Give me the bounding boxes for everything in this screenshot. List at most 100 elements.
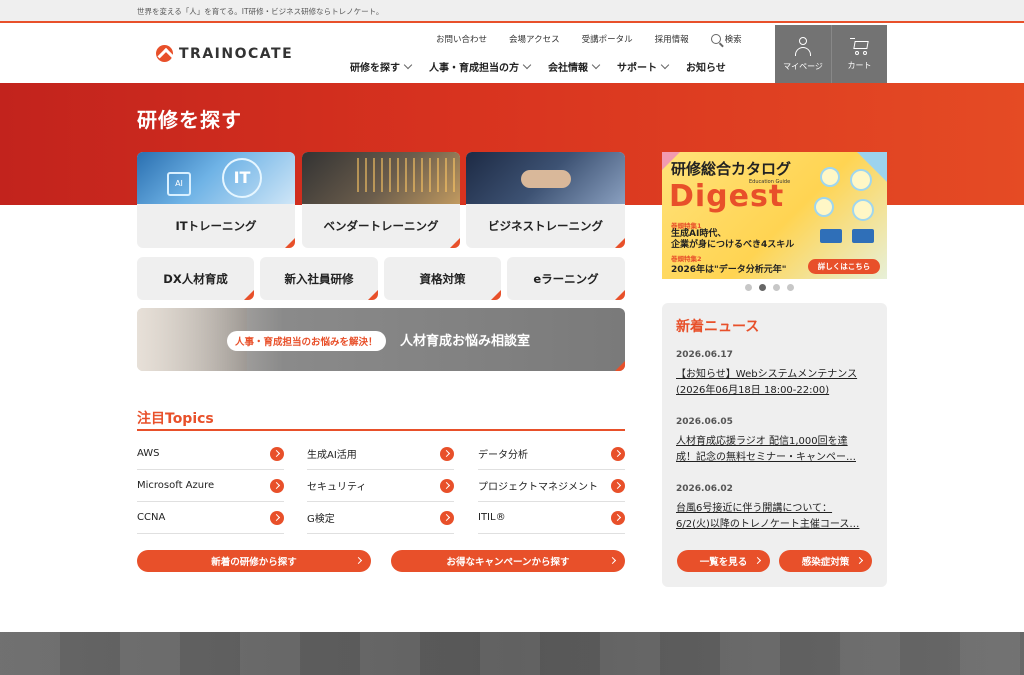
nav-item-find-training[interactable]: 研修を探す	[350, 59, 413, 74]
business-training-image	[466, 152, 625, 204]
corner-accent	[285, 238, 295, 248]
topic-link[interactable]: G検定	[307, 502, 454, 534]
it-circle-icon: IT	[222, 158, 262, 198]
nav-item-support[interactable]: サポート	[617, 59, 670, 74]
chevron-right-icon	[608, 556, 617, 565]
news-date: 2026.06.05	[676, 417, 733, 427]
nav-item-company[interactable]: 会社情報	[548, 59, 601, 74]
news-line: 【お知らせ】Webシステムメンテナンス	[676, 369, 858, 380]
arrow-right-icon	[611, 446, 625, 461]
nav-label: お知らせ	[686, 63, 726, 74]
chevron-right-icon	[855, 556, 864, 565]
topic-link[interactable]: Microsoft Azure	[137, 470, 284, 502]
topic-link[interactable]: 生成AI活用	[307, 438, 454, 470]
mypage-button[interactable]: マイページ	[775, 25, 831, 83]
news-item[interactable]: 2026.06.05 人材育成応援ラジオ 配信1,000回を達 成！記念の無料セ…	[676, 417, 873, 466]
nav-label: 会社情報	[548, 63, 588, 74]
campaigns-button[interactable]: お得なキャンペーンから探す	[391, 550, 625, 572]
tile-elearning[interactable]: eラーニング	[507, 257, 625, 300]
button-label: 一覧を見る	[699, 557, 748, 568]
user-icon	[794, 36, 812, 57]
news-panel: 新着ニュース 2026.06.17 【お知らせ】Webシステムメンテナンス (2…	[662, 303, 887, 587]
chevron-right-icon	[354, 556, 363, 565]
carousel-dot[interactable]	[745, 284, 752, 291]
news-date: 2026.06.02	[676, 484, 733, 494]
news-text: 台風6号接近に伴う開講について： 6/2(火)以降のトレノケート主催コース…	[676, 501, 873, 533]
search-icon	[710, 34, 721, 44]
utility-link-recruit[interactable]: 採用情報	[655, 33, 689, 45]
topic-label: セキュリティ	[307, 482, 367, 493]
consult-banner[interactable]: 人事・育成担当のお悩みを解決！ 人材育成お悩み相談室	[137, 308, 625, 371]
mypage-label: マイページ	[783, 61, 823, 71]
corner-accent	[491, 290, 501, 300]
carousel-dot-active[interactable]	[759, 284, 766, 291]
news-see-all-button[interactable]: 一覧を見る	[677, 550, 770, 572]
utility-link-access[interactable]: 会場アクセス	[509, 33, 560, 45]
news-heading: 新着ニュース	[676, 319, 760, 335]
catalog-digest: Digest	[669, 179, 785, 214]
corner-accent	[450, 238, 460, 248]
feature1-line: 生成AI時代、	[671, 229, 727, 239]
topic-link[interactable]: ITIL®	[478, 502, 625, 534]
news-item[interactable]: 2026.06.17 【お知らせ】Webシステムメンテナンス (2026年06月…	[676, 350, 873, 399]
tile-it-training[interactable]: AI IT ITトレーニング	[137, 152, 295, 248]
tile-new-employee[interactable]: 新入社員研修	[260, 257, 378, 300]
tile-vendor-training[interactable]: ベンダートレーニング	[302, 152, 460, 248]
consult-pill: 人事・育成担当のお悩みを解決！	[227, 331, 386, 351]
utility-link-portal[interactable]: 受講ポータル	[582, 33, 633, 45]
site-header: TRAINOCATE お問い合わせ 会場アクセス 受講ポータル 採用情報 検索 …	[0, 25, 1024, 83]
news-text: 【お知らせ】Webシステムメンテナンス (2026年06月18日 18:00-2…	[676, 367, 873, 399]
logo[interactable]: TRAINOCATE	[156, 45, 293, 62]
arrow-right-icon	[270, 478, 284, 493]
topic-link[interactable]: データ分析	[478, 438, 625, 470]
news-text: 人材育成応援ラジオ 配信1,000回を達 成！記念の無料セミナー・キャンペー…	[676, 434, 873, 466]
vendor-training-image	[302, 152, 460, 204]
tile-label: ITトレーニング	[175, 219, 257, 233]
nav-item-news[interactable]: お知らせ	[686, 59, 726, 74]
chevron-down-icon	[403, 60, 413, 69]
topic-link[interactable]: CCNA	[137, 502, 284, 534]
search-link[interactable]: 検索	[710, 33, 742, 45]
chevron-down-icon	[660, 60, 670, 69]
arrow-right-icon	[440, 478, 454, 493]
corner-accent	[368, 290, 378, 300]
topic-label: 生成AI活用	[307, 450, 357, 461]
tile-business-training[interactable]: ビジネストレーニング	[466, 152, 625, 248]
tile-certification[interactable]: 資格対策	[384, 257, 501, 300]
topic-label: ITIL®	[478, 512, 506, 523]
chevron-down-icon	[591, 60, 601, 69]
topic-link[interactable]: AWS	[137, 438, 284, 470]
arrow-right-icon	[270, 446, 284, 461]
utility-link-contact[interactable]: お問い合わせ	[436, 33, 487, 45]
cart-button[interactable]: カート	[831, 25, 887, 83]
tagline: 世界を変える「人」を育てる。IT研修・ビジネス研修ならトレノケート。	[137, 7, 384, 16]
arrow-right-icon	[611, 478, 625, 493]
infection-measures-button[interactable]: 感染症対策	[779, 550, 872, 572]
nav-item-hr[interactable]: 人事・育成担当の方	[429, 59, 532, 74]
chip-icon: AI	[167, 172, 191, 196]
catalog-details-button[interactable]: 詳しくはこちら	[808, 259, 880, 274]
carousel-dot[interactable]	[787, 284, 794, 291]
new-courses-button[interactable]: 新着の研修から探す	[137, 550, 371, 572]
catalog-illustration	[812, 167, 882, 252]
tile-dx[interactable]: DX人材育成	[137, 257, 254, 300]
arrow-right-icon	[270, 510, 284, 525]
topics-divider	[137, 429, 625, 431]
button-label: 新着の研修から探す	[211, 557, 297, 568]
topic-label: Microsoft Azure	[137, 480, 215, 491]
footer-image-band	[0, 632, 1024, 675]
topic-label: プロジェクトマネジメント	[478, 482, 598, 493]
carousel-dot[interactable]	[773, 284, 780, 291]
logo-text: TRAINOCATE	[179, 45, 294, 62]
feature2-text: 2026年は"データ分析元年"	[671, 265, 787, 275]
consult-title: 人材育成お悩み相談室	[400, 334, 531, 349]
catalog-banner[interactable]: 研修総合カタログ Education Guide Digest 巻頭特集1 生成…	[662, 152, 887, 279]
tile-label: 新入社員研修	[284, 272, 354, 286]
news-item[interactable]: 2026.06.02 台風6号接近に伴う開講について： 6/2(火)以降のトレノ…	[676, 484, 873, 533]
button-label: 感染症対策	[801, 557, 850, 568]
nav-label: 研修を探す	[350, 63, 400, 74]
topic-link[interactable]: プロジェクトマネジメント	[478, 470, 625, 502]
topic-link[interactable]: セキュリティ	[307, 470, 454, 502]
tile-label: ベンダートレーニング	[323, 219, 439, 233]
corner-accent	[244, 290, 254, 300]
